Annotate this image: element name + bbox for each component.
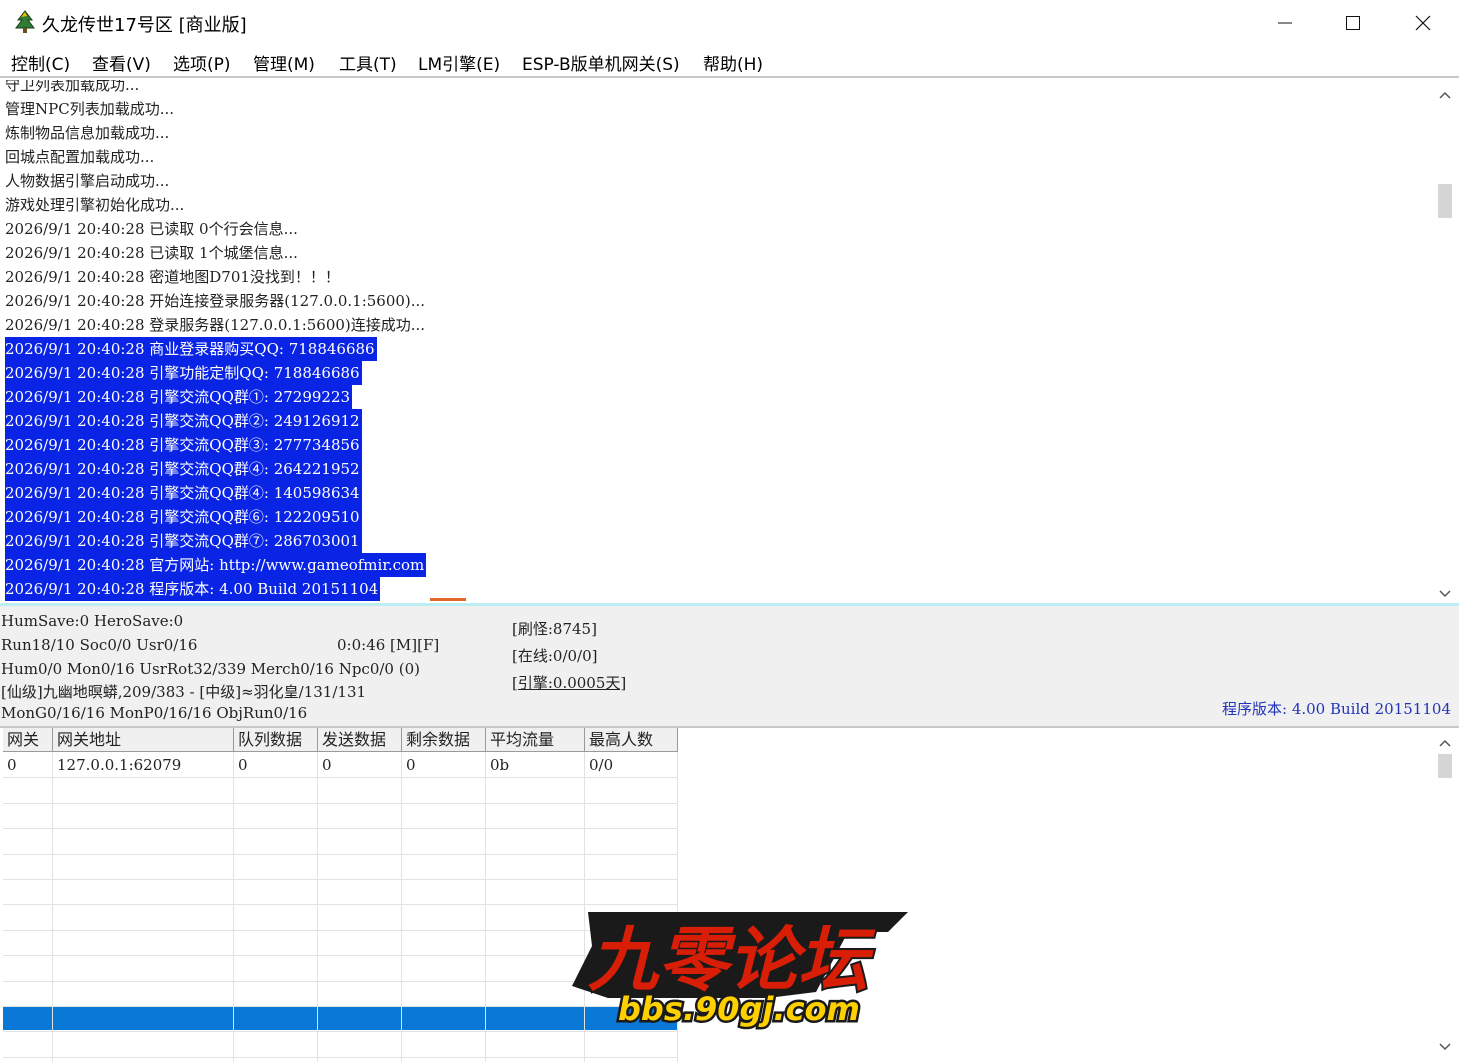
status-panel: HumSave:0 HeroSave:0 Run18/10 Soc0/0 Usr…: [0, 606, 1459, 726]
log-panel[interactable]: 守卫列表加载成功... 管理NPC列表加载成功... 炼制物品信息加载成功... 回城…: [0, 80, 1459, 605]
status-engine: [引擎:0.0005天]: [512, 674, 627, 692]
maximize-button[interactable]: [1319, 0, 1387, 46]
column-header-send-data[interactable]: 发送数据: [318, 728, 402, 752]
chevron-down-icon: [1439, 1036, 1451, 1055]
column-header-remain-data[interactable]: 剩余数据: [402, 728, 486, 752]
status-hum: Hum0/0 Mon0/16 UsrRot32/339 Merch0/16 Np…: [1, 660, 420, 678]
table-scroll-thumb[interactable]: [1438, 754, 1452, 778]
column-divider: [52, 752, 53, 1062]
log-line: 2026/9/1 20:40:28 登录服务器(127.0.0.1:5600)连…: [5, 316, 426, 334]
table-scrollbar[interactable]: [1433, 728, 1457, 1062]
column-divider: [401, 752, 402, 1062]
log-line: 2026/9/1 20:40:28 引擎交流QQ群③: 277734856: [5, 433, 362, 457]
title-bar: 久龙传世17号区 [商业版]: [0, 0, 1459, 46]
table-cell-gateway-id[interactable]: 0: [3, 753, 53, 777]
scroll-up-button[interactable]: [1433, 82, 1457, 104]
close-icon: [1415, 15, 1431, 31]
table-scroll-up-button[interactable]: [1433, 730, 1457, 752]
menu-manage[interactable]: 管理(M): [253, 50, 315, 75]
menu-control[interactable]: 控制(C): [11, 50, 70, 75]
menu-tools[interactable]: 工具(T): [339, 50, 397, 75]
log-line: 2026/9/1 20:40:28 密道地图D701没找到！！！: [5, 268, 340, 286]
watermark-title: 九零论坛: [588, 919, 876, 1001]
column-header-avg-traffic[interactable]: 平均流量: [486, 728, 585, 752]
tree-icon: [12, 9, 38, 35]
log-line: 2026/9/1 20:40:28 引擎交流QQ群①: 27299223: [5, 385, 353, 409]
menu-bar: 控制(C) 查看(V) 选项(P) 管理(M) 工具(T) LM引擎(E) ES…: [0, 46, 1459, 78]
log-line: 2026/9/1 20:40:28 引擎交流QQ群⑦: 286703001: [5, 529, 362, 553]
log-line: 回城点配置加载成功...: [5, 148, 155, 166]
window-title: 久龙传世17号区 [商业版]: [42, 15, 247, 36]
log-line: 人物数据引擎启动成功...: [5, 172, 170, 190]
log-marker: [430, 598, 466, 601]
status-monster: [仙级]九幽地暝蟒,209/383 - [中级]≈羽化皇/131/131: [1, 683, 367, 701]
menu-options[interactable]: 选项(P): [173, 50, 231, 75]
status-online: [在线:0/0/0]: [512, 647, 598, 665]
minimize-icon: [1277, 15, 1293, 31]
log-line: 2026/9/1 20:40:28 引擎交流QQ群⑥: 122209510: [5, 505, 362, 529]
log-line: 游戏处理引擎初始化成功...: [5, 196, 185, 214]
column-header-max-users[interactable]: 最高人数: [585, 728, 678, 752]
log-line: 炼制物品信息加载成功...: [5, 124, 170, 142]
table-cell-gateway-address[interactable]: 127.0.0.1:62079: [53, 753, 234, 777]
row-divider: [3, 879, 678, 880]
log-line: 2026/9/1 20:40:28 引擎功能定制QQ: 718846686: [5, 361, 362, 385]
log-line: 2026/9/1 20:40:28 引擎交流QQ群④: 264221952: [5, 457, 362, 481]
status-save: HumSave:0 HeroSave:0: [1, 612, 184, 630]
menu-help[interactable]: 帮助(H): [703, 50, 763, 75]
log-line: 2026/9/1 20:40:28 引擎交流QQ群④: 140598634: [5, 481, 362, 505]
table-cell-queue-data[interactable]: 0: [234, 753, 318, 777]
log-scrollbar[interactable]: [1433, 80, 1457, 605]
table-cell-send-data[interactable]: 0: [318, 753, 402, 777]
minimize-button[interactable]: [1251, 0, 1319, 46]
chevron-up-icon: [1439, 84, 1451, 103]
log-line: 2026/9/1 20:40:28 开始连接登录服务器(127.0.0.1:56…: [5, 292, 426, 310]
status-refresh: [刷怪:8745]: [512, 620, 597, 638]
close-button[interactable]: [1389, 0, 1457, 46]
log-line: 2026/9/1 20:40:28 已读取 0个行会信息...: [5, 220, 298, 238]
scroll-down-button[interactable]: [1433, 581, 1457, 603]
table-scroll-down-button[interactable]: [1433, 1034, 1457, 1056]
menu-view[interactable]: 查看(V): [92, 50, 151, 75]
menu-esp-gateway[interactable]: ESP-B版单机网关(S): [522, 50, 680, 75]
column-header-queue-data[interactable]: 队列数据: [234, 728, 318, 752]
row-divider: [3, 802, 678, 804]
log-line: 2026/9/1 20:40:28 程序版本: 4.00 Build 20151…: [5, 577, 381, 601]
menu-lm-engine[interactable]: LM引擎(E): [418, 50, 500, 75]
chevron-down-icon: [1439, 583, 1451, 602]
log-line: 2026/9/1 20:40:28 商业登录器购买QQ: 718846686: [5, 337, 377, 361]
column-divider: [317, 752, 318, 1062]
column-header-gateway-id[interactable]: 网关: [3, 728, 53, 752]
forum-watermark: 九零论坛 bbs.90gj.com: [548, 906, 918, 1031]
log-line: 2026/9/1 20:40:28 已读取 1个城堡信息...: [5, 244, 298, 262]
status-run: Run18/10 Soc0/0 Usr0/16: [1, 636, 198, 654]
status-objrun: MonG0/16/16 MonP0/16/16 ObjRun0/16: [1, 704, 308, 722]
log-line: 2026/9/1 20:40:28 引擎交流QQ群②: 249126912: [5, 409, 362, 433]
log-line: 2026/9/1 20:40:28 官方网站: http://www.gameo…: [5, 553, 427, 577]
table-cell-avg-traffic[interactable]: 0b: [486, 753, 585, 777]
column-header-gateway-address[interactable]: 网关地址: [53, 728, 234, 752]
version-label: 程序版本: 4.00 Build 20151104: [1222, 700, 1451, 718]
row-divider: [3, 1031, 678, 1033]
log-line: 管理NPC列表加载成功...: [5, 100, 174, 118]
row-divider: [3, 777, 678, 779]
table-cell-remain-data[interactable]: 0: [402, 753, 486, 777]
row-divider: [3, 853, 678, 855]
column-divider: [485, 752, 486, 1062]
chevron-up-icon: [1439, 732, 1451, 751]
maximize-icon: [1345, 15, 1361, 31]
row-divider: [3, 828, 678, 830]
row-divider: [3, 1056, 678, 1058]
column-divider: [233, 752, 234, 1062]
log-scroll-thumb[interactable]: [1438, 184, 1452, 218]
status-timer: 0:0:46 [M][F]: [337, 636, 440, 654]
table-cell-max-users[interactable]: 0/0: [585, 753, 678, 777]
watermark-url: bbs.90gj.com: [618, 990, 860, 1028]
log-line: 守卫列表加载成功...: [5, 80, 140, 94]
